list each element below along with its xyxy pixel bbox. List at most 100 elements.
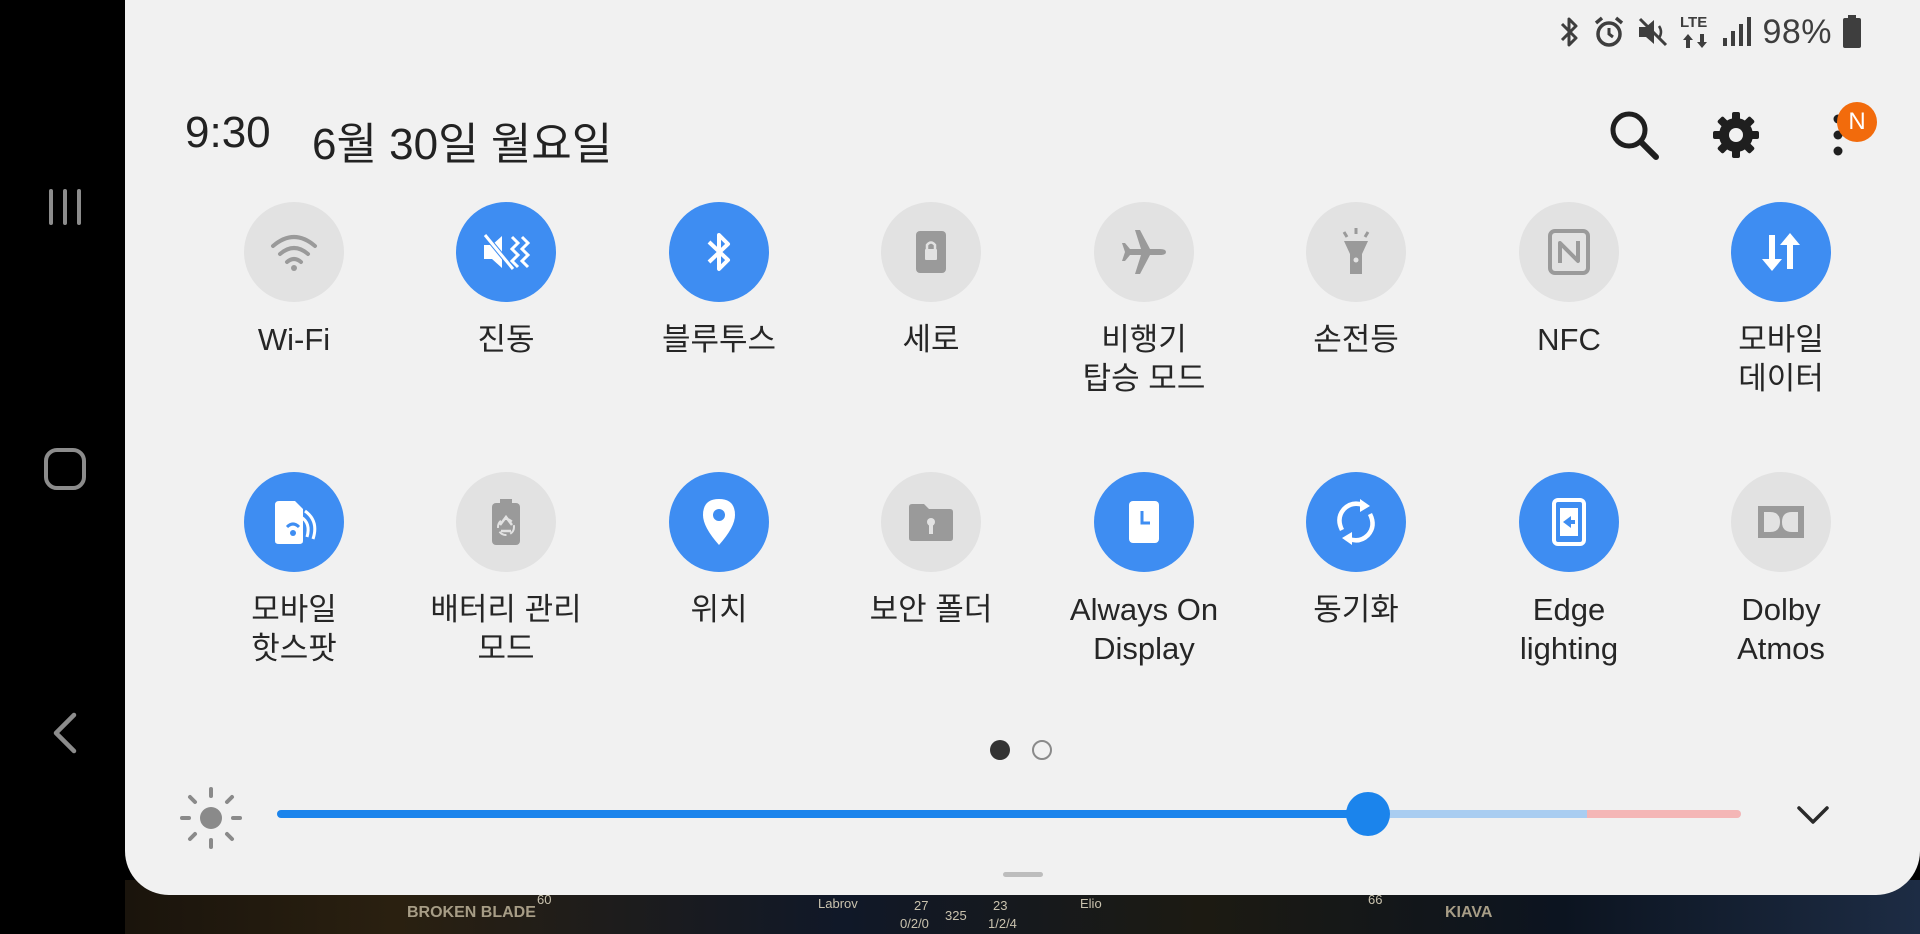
dolby-icon [1758, 506, 1804, 538]
search-icon [1610, 111, 1659, 160]
tile-portrait-label: 세로 [902, 322, 960, 357]
tile-secure-folder[interactable]: 보안 폴더 [825, 472, 1037, 629]
signal-icon [1723, 17, 1752, 46]
game-stat: 23 [993, 898, 1008, 913]
mobile-data-icon [1762, 233, 1800, 271]
tile-flashlight[interactable]: 손전등 [1250, 202, 1462, 359]
tile-portrait-toggle[interactable] [881, 202, 981, 302]
settings-button[interactable] [1705, 104, 1767, 166]
nfc-icon [1548, 229, 1590, 275]
tile-dolby-atmos[interactable]: Dolby Atmos [1675, 472, 1887, 668]
game-stat: 325 [945, 908, 967, 923]
chevron-down-icon [1797, 806, 1829, 824]
gear-icon [1713, 112, 1759, 158]
wifi-icon [271, 235, 317, 271]
game-player-name: Labrov [818, 896, 858, 911]
tile-always-on-display-toggle[interactable] [1094, 472, 1194, 572]
tile-airplane[interactable]: 비행기 탑승 모드 [1038, 202, 1250, 398]
tile-vibrate-toggle[interactable] [456, 202, 556, 302]
navigation-bar [0, 0, 125, 934]
tile-edge-lighting[interactable]: Edge lighting [1463, 472, 1675, 668]
tile-always-on-display-label: Always On Display [1069, 592, 1219, 666]
more-options-button[interactable]: N [1807, 102, 1877, 166]
mute-icon [1639, 17, 1668, 47]
clock: 9:30 [185, 108, 271, 157]
brightness-slider-high-zone [1587, 810, 1741, 818]
game-team-label: KIAVA [1445, 904, 1493, 921]
game-stat: 0/2/0 [900, 916, 929, 931]
airplane-icon [1122, 230, 1166, 274]
tile-location[interactable]: 위치 [613, 472, 825, 629]
search-button[interactable] [1603, 104, 1665, 166]
brightness-slider-thumb[interactable] [1346, 792, 1390, 836]
flashlight-icon [1342, 228, 1370, 274]
portrait-lock-icon [916, 231, 946, 273]
tile-nfc[interactable]: NFC [1463, 202, 1675, 359]
tile-edge-lighting-toggle[interactable] [1519, 472, 1619, 572]
alarm-icon [1595, 16, 1624, 47]
page-dot-active[interactable] [990, 740, 1010, 760]
tile-nfc-toggle[interactable] [1519, 202, 1619, 302]
game-team-label: BROKEN BLADE [407, 904, 536, 921]
tile-dolby-atmos-toggle[interactable] [1731, 472, 1831, 572]
tile-location-label: 위치 [690, 592, 748, 627]
sync-icon [1337, 499, 1375, 545]
svg-text:LTE: LTE [1680, 14, 1707, 31]
tile-wifi-label: Wi-Fi [257, 322, 331, 357]
bluetooth-icon [707, 233, 730, 271]
brightness-icon [180, 787, 242, 849]
tile-always-on-display[interactable]: Always On Display [1038, 472, 1250, 668]
tile-battery-saver-toggle[interactable] [456, 472, 556, 572]
panel-drag-handle[interactable] [1003, 872, 1043, 877]
recents-icon [49, 189, 81, 225]
battery-saver-icon [492, 499, 520, 545]
edge-lighting-icon [1552, 498, 1586, 546]
tile-sync-toggle[interactable] [1306, 472, 1406, 572]
tile-secure-folder-toggle[interactable] [881, 472, 981, 572]
battery-icon [1843, 15, 1861, 48]
tile-battery-saver[interactable]: 배터리 관리 모드 [400, 472, 612, 668]
location-icon [703, 499, 735, 545]
page-dot[interactable] [1032, 740, 1052, 760]
tile-mobile-data[interactable]: 모바일 데이터 [1675, 202, 1887, 398]
back-button[interactable] [30, 698, 100, 768]
tile-wifi[interactable]: Wi-Fi [188, 202, 400, 359]
tile-edge-lighting-label: Edge lighting [1519, 592, 1619, 666]
notification-badge: N [1837, 102, 1877, 142]
tile-sync[interactable]: 동기화 [1250, 472, 1462, 629]
status-bar: LTE 98% [1558, 10, 1862, 54]
tile-airplane-toggle[interactable] [1094, 202, 1194, 302]
tile-bluetooth-toggle[interactable] [669, 202, 769, 302]
brightness-expand-button[interactable] [1787, 792, 1839, 838]
game-stat: 1/2/4 [988, 916, 1017, 931]
date: 6월 30일 월요일 [312, 120, 613, 169]
tile-bluetooth[interactable]: 블루투스 [613, 202, 825, 359]
tile-location-toggle[interactable] [669, 472, 769, 572]
tile-hotspot[interactable]: 모바일 핫스팟 [188, 472, 400, 668]
tile-vibrate[interactable]: 진동 [400, 202, 612, 359]
home-icon [44, 448, 86, 490]
tile-battery-saver-label: 배터리 관리 모드 [430, 592, 582, 666]
tile-mobile-data-toggle[interactable] [1731, 202, 1831, 302]
brightness-slider[interactable] [277, 792, 1741, 836]
always-on-display-icon [1129, 501, 1159, 543]
tile-portrait[interactable]: 세로 [825, 202, 1037, 359]
tile-nfc-label: NFC [1537, 322, 1601, 357]
lte-icon: LTE [1680, 14, 1708, 48]
battery-percent: 98% [1762, 12, 1832, 51]
tile-bluetooth-label: 블루투스 [661, 322, 777, 357]
brightness-button[interactable] [179, 786, 243, 855]
recents-button[interactable] [30, 172, 100, 242]
tile-wifi-toggle[interactable] [244, 202, 344, 302]
game-stat: 27 [914, 898, 929, 913]
brightness-slider-remaining [1368, 810, 1587, 818]
home-button[interactable] [30, 434, 100, 504]
page-indicator [990, 740, 1052, 760]
tile-hotspot-toggle[interactable] [244, 472, 344, 572]
tile-sync-label: 동기화 [1313, 592, 1399, 627]
tile-flashlight-toggle[interactable] [1306, 202, 1406, 302]
tile-mobile-data-label: 모바일 데이터 [1738, 322, 1824, 396]
hotspot-icon [275, 501, 317, 544]
tile-airplane-label: 비행기 탑승 모드 [1082, 322, 1206, 396]
bluetooth-icon [1561, 17, 1578, 47]
